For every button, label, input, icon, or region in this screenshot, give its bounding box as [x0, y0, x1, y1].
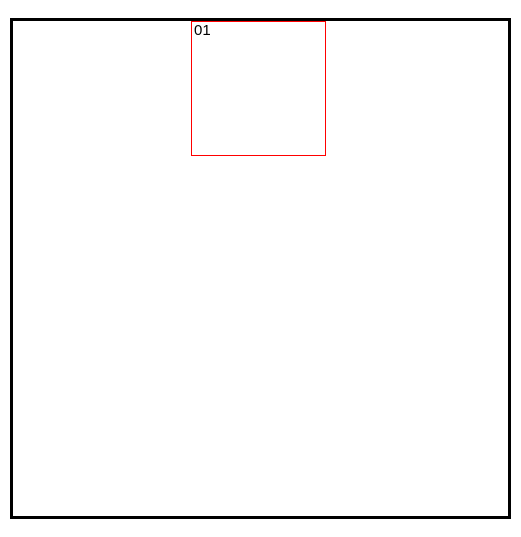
inner-highlighted-box: 01 — [191, 21, 326, 156]
outer-container-box: 01 — [10, 18, 511, 519]
inner-box-label: 01 — [194, 22, 211, 39]
